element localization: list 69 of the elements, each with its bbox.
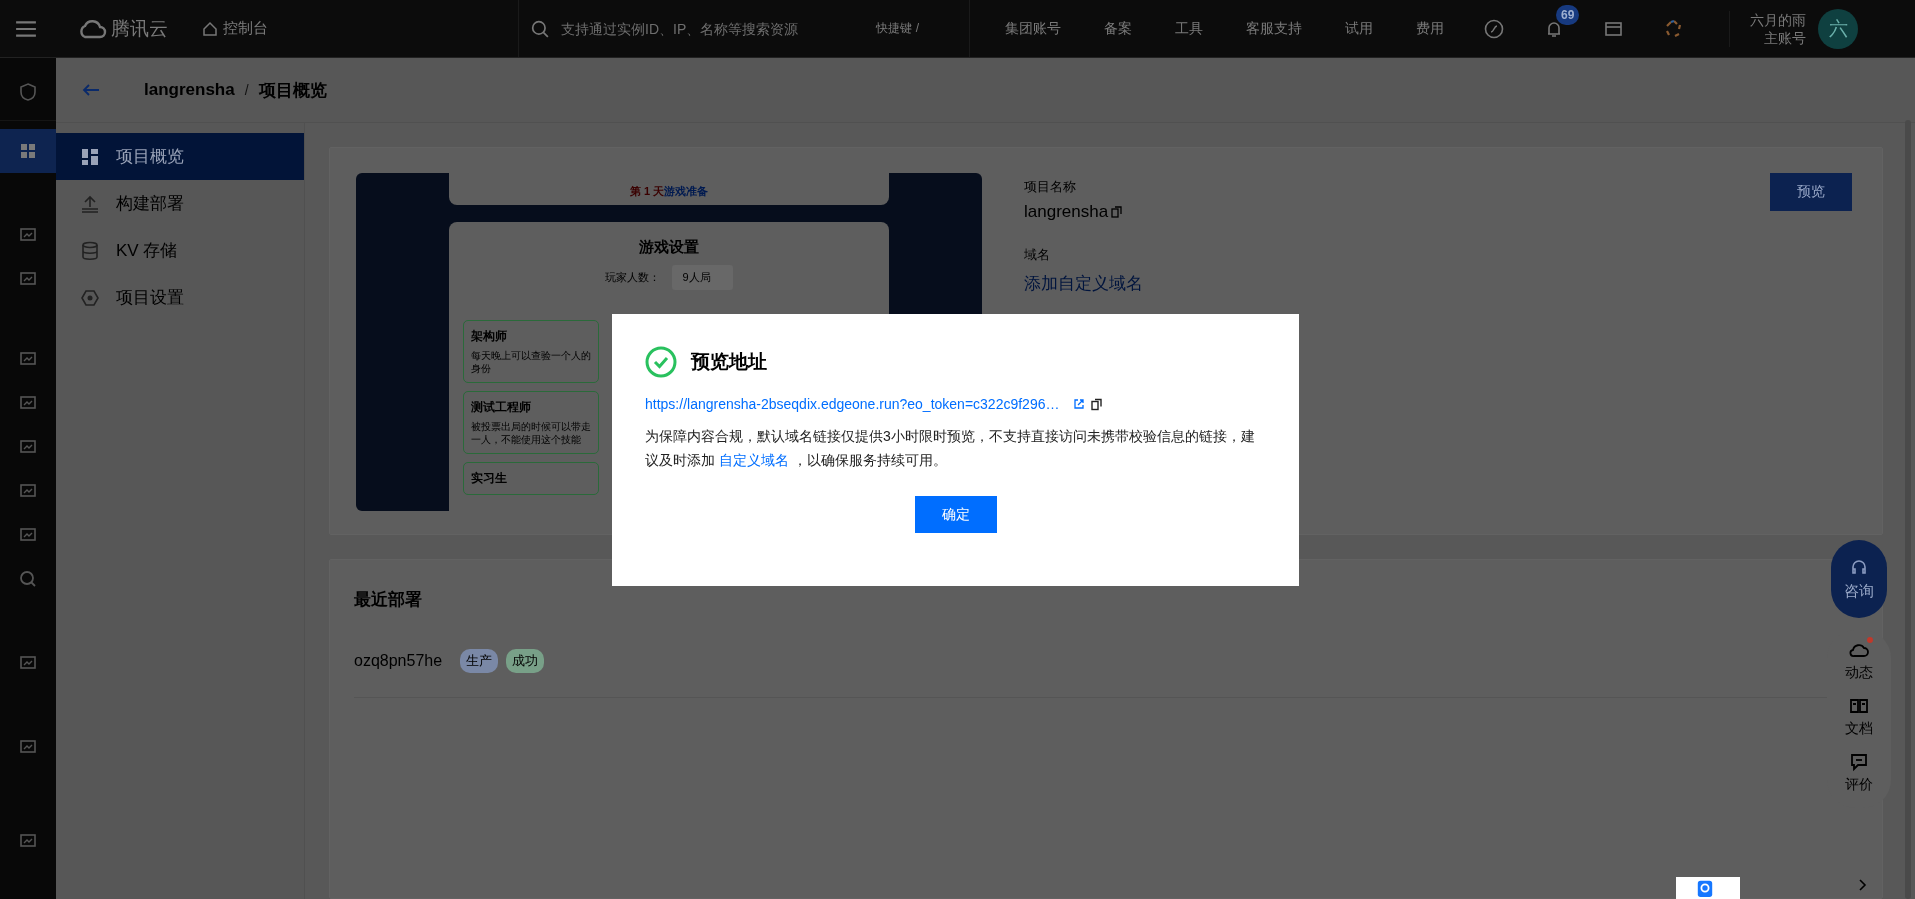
project-name: langrensha (1024, 202, 1109, 222)
floating-item[interactable]: 文档 (1827, 696, 1891, 738)
preview-url-link[interactable]: https://langrensha-2bseqdix.edgeone.run?eo_token=c322c9f296… (645, 396, 1060, 412)
phase-label: 游戏准备 (664, 185, 709, 197)
floating-item[interactable]: 动态 (1827, 640, 1891, 682)
search-icon (531, 19, 549, 38)
chevron-right-icon[interactable] (1857, 878, 1867, 892)
home-icon (202, 20, 218, 37)
deploy-tag: 成功 (506, 649, 545, 673)
floating-item[interactable]: 评价 (1827, 752, 1891, 794)
brand-name[interactable]: 腾讯云 (111, 15, 168, 42)
deploy-tag: 生产 (460, 649, 499, 673)
float-icon (1849, 752, 1869, 772)
top-menu-item[interactable]: 备案 (1104, 19, 1132, 38)
top-menu-item[interactable]: 费用 (1416, 19, 1444, 38)
console-link[interactable]: 控制台 (202, 19, 268, 38)
success-check-icon (645, 346, 677, 378)
notification-badge: 69 (1556, 4, 1580, 25)
day-label: 第 1 天 (629, 185, 665, 197)
float-icon (1849, 696, 1869, 716)
field-label: 域名 (1024, 246, 1050, 264)
top-menu-item[interactable]: 试用 (1345, 19, 1373, 38)
page-title: 项目概览 (258, 79, 327, 102)
copy-icon[interactable] (1091, 397, 1104, 411)
search-field[interactable]: 支持通过实例ID、IP、名称等搜索资源 (559, 19, 813, 38)
settings-title: 游戏设置 (639, 238, 699, 257)
account-type: 主账号 (1764, 28, 1806, 47)
compliance-notice: 为保障内容合规，默认域名链接仅提供3小时限时预览，不支持直接访问未携带校验信息的链接，建议及时添加 自定义域名 ，以确保服务持续可用。 (645, 427, 1256, 470)
role-name: 实习生 (471, 470, 508, 487)
rail-icon (18, 82, 38, 102)
user-avatar[interactable]: 六 (1818, 8, 1858, 49)
sidebar-icon (80, 287, 100, 308)
shortcut-hint: 快捷键 / (876, 20, 920, 37)
top-menu-item[interactable]: 客服支持 (1246, 19, 1302, 38)
players-select[interactable]: 9人局 (672, 265, 733, 290)
preview-button[interactable]: 预览 (1770, 173, 1852, 211)
circle-icon[interactable] (1484, 18, 1504, 39)
sidebar-item[interactable]: 项目设置 (56, 274, 304, 321)
sidebar-item[interactable]: KV 存储 (56, 227, 304, 274)
colorful-logo-icon[interactable] (1664, 18, 1684, 39)
top-menu-item[interactable]: 集团账号 (1005, 19, 1061, 38)
sidebar-icon (80, 146, 100, 167)
section-title: 最近部署 (354, 589, 422, 611)
cloud-logo-icon[interactable] (77, 17, 107, 40)
user-name[interactable]: 六月的雨 (1750, 10, 1806, 29)
rail-item[interactable] (0, 129, 56, 173)
back-arrow-icon[interactable] (82, 83, 100, 97)
breadcrumb-separator: / (244, 82, 249, 98)
dialog-title: 预览地址 (691, 350, 767, 374)
floating-widget[interactable] (1676, 877, 1740, 899)
top-menu-item[interactable]: 工具 (1175, 19, 1203, 38)
breadcrumb-link[interactable]: langrensha (144, 80, 235, 100)
rail-icon (18, 141, 38, 161)
custom-domain-link[interactable]: 自定义域名 (718, 452, 789, 468)
role-name: 测试工程师 (471, 399, 532, 416)
players-label: 玩家人数： (605, 270, 661, 285)
sidebar-item[interactable]: 项目概览 (56, 133, 304, 180)
sidebar-item[interactable]: 构建部署 (56, 180, 304, 227)
field-label: 项目名称 (1024, 178, 1076, 196)
consult-button[interactable]: 咨询 (1831, 540, 1887, 618)
external-link-icon[interactable] (1073, 398, 1086, 410)
menu-icon[interactable] (15, 19, 37, 38)
sidebar-icon (80, 193, 100, 214)
rail-icon (18, 569, 38, 589)
confirm-button[interactable]: 确定 (914, 496, 997, 533)
sidebar-icon (80, 240, 100, 261)
add-domain-link[interactable]: 添加自定义域名 (1024, 272, 1143, 295)
deploy-id[interactable]: ozq8pn57he (354, 652, 443, 670)
role-name: 架构师 (471, 328, 508, 345)
